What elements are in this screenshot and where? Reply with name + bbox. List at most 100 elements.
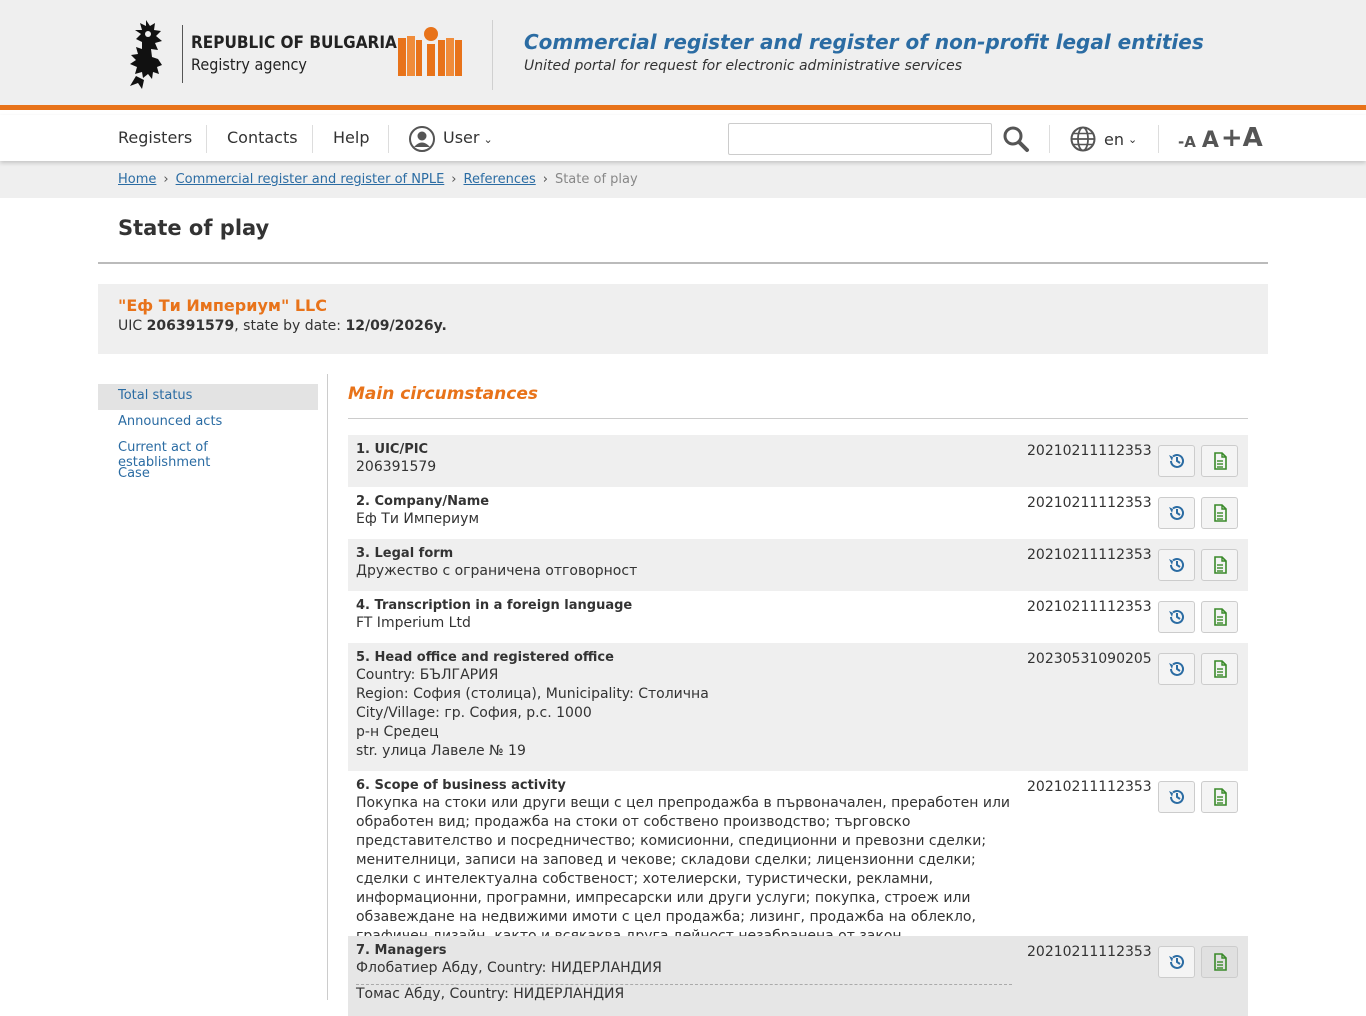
nav-divider [388,125,389,153]
row-value: str. улица Лавеле № 19 [356,743,526,759]
list-item: 3. Legal form Дружество с ограничена отг… [348,539,1248,591]
language-selector[interactable]: en ⌄ [1070,125,1137,153]
title-divider [98,262,1268,264]
chevron-right-icon: › [542,172,548,187]
list-item: 2. Company/Name Еф Ти Империум 202102111… [348,487,1248,539]
row-value: Country: БЪЛГАРИЯ [356,667,499,683]
history-icon [1168,505,1184,520]
document-button[interactable] [1201,601,1238,633]
nav-divider [1158,125,1159,153]
sidebar-item-current-act[interactable]: Current act of establishment [98,436,318,470]
document-button[interactable] [1201,497,1238,529]
nav-divider [1049,125,1050,153]
document-icon [1213,608,1227,626]
agency-line-1: REPUBLIC OF BULGARIA [191,33,397,53]
entry-number: 20210211112353 [1027,443,1152,459]
breadcrumb-references[interactable]: References [464,172,536,187]
history-button[interactable] [1158,601,1195,633]
company-summary: "Еф Ти Империум" LLC UIC 206391579, stat… [98,284,1268,354]
registry-agency-logo[interactable]: REPUBLIC OF BULGARIA Registry agency [118,18,420,90]
entry-number: 20210211112353 [1027,779,1152,795]
search-icon[interactable] [1002,125,1030,153]
font-normal-button[interactable]: A [1202,128,1219,153]
nav-registers[interactable]: Registers [118,125,192,153]
section-divider [348,418,1248,419]
history-button[interactable] [1158,653,1195,685]
user-avatar-icon [409,125,435,152]
document-icon [1213,504,1227,522]
history-button[interactable] [1158,497,1195,529]
chevron-right-icon: › [451,172,457,187]
row-value: Флобатиер Абду, Country: НИДЕРЛАНДИЯ [356,960,662,976]
history-icon [1168,954,1184,969]
lion-emblem-icon [130,20,162,89]
list-item: 1. UIC/PIC 206391579 20210211112353 [348,435,1248,487]
sidebar-item-total-status[interactable]: Total status [98,384,318,410]
chevron-down-icon: ⌄ [1127,132,1138,146]
document-button[interactable] [1201,946,1238,978]
list-item: 5. Head office and registered office Cou… [348,643,1248,771]
history-icon [1168,557,1184,572]
document-button[interactable] [1201,653,1238,685]
search-input[interactable] [728,123,992,155]
nav-divider [206,125,207,153]
document-button[interactable] [1201,781,1238,813]
entry-number: 20210211112353 [1027,944,1152,960]
list-item: 6. Scope of business activity Покупка на… [348,771,1248,944]
font-smaller-button[interactable]: -A [1178,133,1196,151]
agency-line-2: Registry agency [191,55,307,74]
document-button[interactable] [1201,445,1238,477]
row-value: Region: София (столица), Municipality: С… [356,686,709,702]
row-value: Дружество с ограничена отговорност [356,563,638,579]
language-label: en [1104,129,1124,149]
list-item: 7. Managers Флобатиер Абду, Country: НИД… [348,936,1248,1016]
history-button[interactable] [1158,781,1195,813]
breadcrumb-home[interactable]: Home [118,172,156,187]
document-icon [1213,452,1227,470]
row-value: 206391579 [356,459,437,475]
portal-title: Commercial register and register of non-… [524,30,1204,54]
list-item: 4. Transcription in a foreign language F… [348,591,1248,643]
circumstances-list: 1. UIC/PIC 206391579 20210211112353 2. C… [348,435,1248,1016]
history-button[interactable] [1158,946,1195,978]
breadcrumb-current: State of play [554,172,638,187]
breadcrumb: Home › Commercial register and register … [0,161,1366,198]
sidebar-item-announced-acts[interactable]: Announced acts [98,410,318,436]
history-button[interactable] [1158,445,1195,477]
row-value: Еф Ти Империум [356,511,479,527]
document-button[interactable] [1201,549,1238,581]
section-heading: Main circumstances [348,384,538,404]
state-date-value: 12/09/2026y. [345,318,447,334]
row-value: City/Village: гр. София, p.c. 1000 [356,705,592,721]
sidebar-divider [327,374,328,1000]
breadcrumb-register[interactable]: Commercial register and register of NPLE [176,172,445,187]
entry-number: 20230531090205 [1027,651,1152,667]
font-bigger-button[interactable]: +A [1221,123,1263,153]
portal-subtitle: United portal for request for electronic… [524,58,963,74]
history-icon [1168,789,1184,804]
history-button[interactable] [1158,549,1195,581]
document-icon [1213,556,1227,574]
portal-logo-icon [398,27,462,76]
entry-number: 20210211112353 [1027,547,1152,563]
nav-contacts[interactable]: Contacts [227,125,298,153]
nav-help[interactable]: Help [333,125,369,153]
globe-icon [1070,126,1096,152]
site-header: REPUBLIC OF BULGARIA Registry agency Com… [0,0,1366,110]
entry-number: 20210211112353 [1027,495,1152,511]
sidebar: Total status Announced acts Current act … [98,384,318,488]
row-value: FT Imperium Ltd [356,615,471,631]
row-value: Покупка на стоки или други вещи с цел пр… [356,795,1010,944]
chevron-right-icon: › [163,172,169,187]
nav-divider [312,125,313,153]
header-divider [492,20,493,90]
history-icon [1168,661,1184,676]
page-title: State of play [118,216,270,240]
user-menu[interactable]: User ⌄ [409,125,493,153]
company-name: "Еф Ти Империум" LLC [118,296,327,315]
entry-number: 20210211112353 [1027,599,1152,615]
chevron-down-icon: ⌄ [483,133,493,146]
history-icon [1168,609,1184,624]
state-date-label: , state by date: [234,318,342,334]
row-value: Томас Абду, Country: НИДЕРЛАНДИЯ [356,986,625,1002]
